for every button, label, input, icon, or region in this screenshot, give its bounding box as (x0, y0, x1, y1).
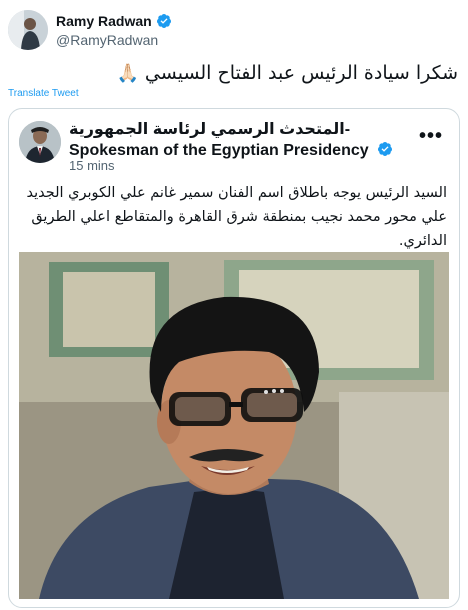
quoted-author-name-text: المتحدث الرسمي لرئاسة الجمهورية-Spokesma… (69, 121, 369, 159)
quoted-tweet-card[interactable]: المتحدث الرسمي لرئاسة الجمهورية-Spokesma… (8, 108, 460, 608)
author-handle[interactable]: @RamyRadwan (56, 32, 172, 48)
author-display-name[interactable]: Ramy Radwan (56, 13, 152, 29)
more-dots-icon[interactable]: ••• (419, 125, 443, 148)
tweet-text: شكرا سيادة الرئيس عبد الفتاح السيسي 🙏🏻 (0, 62, 458, 84)
quoted-photo[interactable] (19, 252, 449, 599)
praying-hands-emoji-icon: 🙏🏻 (116, 63, 139, 84)
quoted-author-name[interactable]: المتحدث الرسمي لرئاسة الجمهورية-Spokesma… (69, 119, 409, 161)
portrait-photo-illustration (19, 252, 449, 599)
translate-tweet-link[interactable]: Translate Tweet (8, 88, 79, 99)
tweet-body: شكرا سيادة الرئيس عبد الفتاح السيسي (144, 62, 458, 84)
quoted-text: السيد الرئيس يوجه باطلاق اسم الفنان سمير… (26, 185, 447, 249)
quoted-verified-badge-icon (377, 141, 393, 157)
quoted-timestamp[interactable]: 15 mins (69, 158, 115, 173)
author-avatar[interactable] (8, 10, 48, 50)
quoted-author-avatar[interactable] (19, 121, 61, 163)
tweet-header: Ramy Radwan @RamyRadwan (8, 10, 460, 50)
verified-badge-icon (156, 13, 172, 29)
